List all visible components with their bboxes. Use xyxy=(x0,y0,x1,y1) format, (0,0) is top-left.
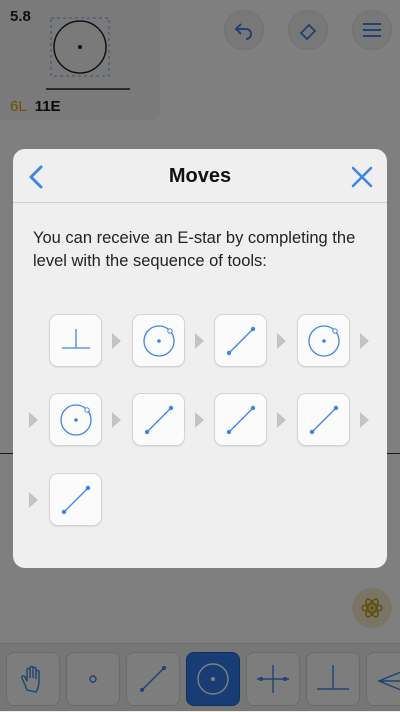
line-tool-icon xyxy=(144,405,173,434)
sequence-arrow xyxy=(360,333,369,349)
close-button[interactable] xyxy=(344,159,380,195)
sequence-arrow xyxy=(277,412,286,428)
sequence-tile xyxy=(214,314,267,367)
sequence-tile xyxy=(132,314,185,367)
perpendicular-tool-icon xyxy=(61,328,90,349)
circle-tool-icon xyxy=(142,324,175,357)
line-tool-icon xyxy=(226,405,255,434)
circle-tool-icon xyxy=(307,324,340,357)
sequence-tile xyxy=(297,314,350,367)
sequence-tile xyxy=(214,393,267,446)
sequence-arrow xyxy=(360,412,369,428)
sequence-arrow xyxy=(29,492,38,508)
sequence-tile xyxy=(49,314,102,367)
sequence-arrow xyxy=(277,333,286,349)
sequence-arrow xyxy=(29,412,38,428)
dialog-message: You can receive an E-star by completing … xyxy=(33,229,356,270)
line-tool-icon xyxy=(226,326,255,355)
sequence-arrow xyxy=(195,412,204,428)
sequence-tile xyxy=(49,393,102,446)
dialog-header: Moves xyxy=(13,149,387,203)
sequence-arrow xyxy=(195,333,204,349)
sequence-arrow xyxy=(112,412,121,428)
moves-dialog: Moves You can receive an E-star by compl… xyxy=(13,149,387,568)
line-tool-icon xyxy=(309,405,338,434)
close-icon xyxy=(351,166,373,188)
sequence-tile xyxy=(49,473,102,526)
line-tool-icon xyxy=(61,485,90,514)
circle-tool-icon xyxy=(59,403,92,436)
dialog-title: Moves xyxy=(168,165,232,187)
sequence-tile xyxy=(297,393,350,446)
sequence-tile xyxy=(132,393,185,446)
sequence-arrow xyxy=(112,333,121,349)
